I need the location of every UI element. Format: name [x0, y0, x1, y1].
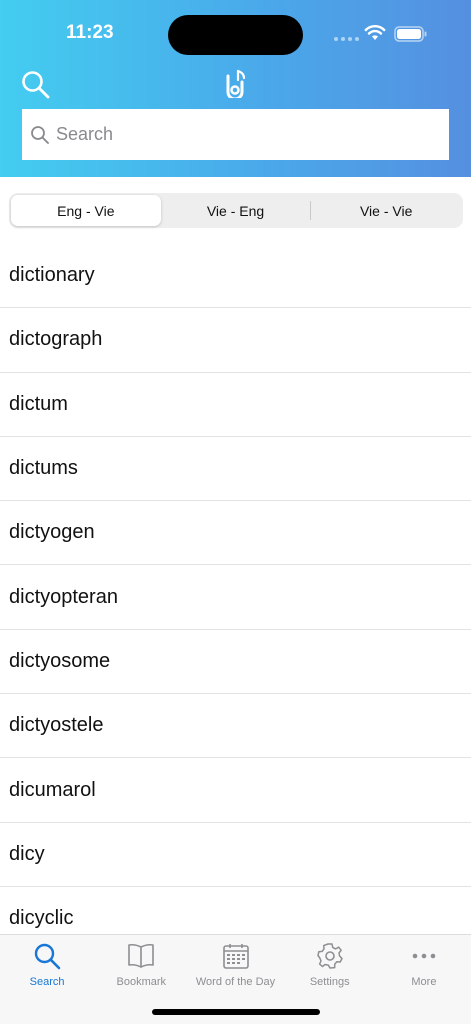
word-row[interactable]: dictograph — [0, 308, 471, 373]
search-field[interactable] — [22, 109, 449, 160]
word-row[interactable]: dicyclic — [0, 887, 471, 934]
tab-label-more: More — [411, 976, 437, 988]
segment-eng-vie[interactable]: Eng - Vie — [11, 195, 161, 226]
header-bar: 11:23 — [0, 0, 471, 177]
segment-vie-vie[interactable]: Vie - Vie — [311, 195, 461, 226]
word-row[interactable]: dictyosome — [0, 630, 471, 695]
gear-icon — [316, 943, 343, 969]
word-row[interactable]: dictums — [0, 437, 471, 502]
tab-label-bookmark: Bookmark — [116, 976, 167, 988]
search-field-icon — [31, 125, 49, 144]
search-icon — [34, 943, 61, 970]
word-row[interactable]: dicumarol — [0, 758, 471, 823]
tab-label-settings: Settings — [309, 976, 350, 988]
calendar-icon — [222, 944, 249, 969]
battery-icon — [394, 26, 427, 42]
ellipsis-icon — [412, 953, 436, 959]
word-row[interactable]: dictyostele — [0, 694, 471, 759]
word-list: dictionary dictograph dictum dictums dic… — [0, 244, 471, 934]
tab-search[interactable]: Search — [0, 935, 94, 1024]
book-icon — [128, 943, 155, 968]
dictionary-direction-segmented-control: Eng - Vie Vie - Eng Vie - Vie — [9, 193, 463, 228]
word-row[interactable]: dictum — [0, 373, 471, 437]
tab-label-word-of-the-day: Word of the Day — [195, 976, 276, 988]
search-input[interactable] — [56, 124, 436, 145]
status-time: 11:23 — [66, 22, 114, 43]
app-logo-icon — [226, 69, 246, 98]
word-row[interactable]: dictyopteran — [0, 565, 471, 630]
dynamic-island — [168, 15, 303, 55]
cellular-signal-icon — [334, 37, 359, 41]
word-row[interactable]: dicy — [0, 823, 471, 887]
home-indicator[interactable] — [152, 1009, 320, 1015]
tab-more[interactable]: More — [377, 935, 471, 1024]
word-row[interactable]: dictyogen — [0, 501, 471, 566]
tab-label-search: Search — [29, 976, 65, 988]
search-icon[interactable] — [20, 69, 52, 101]
wifi-icon — [364, 25, 386, 40]
word-row[interactable]: dictionary — [0, 244, 471, 309]
segment-vie-eng[interactable]: Vie - Eng — [161, 195, 311, 226]
